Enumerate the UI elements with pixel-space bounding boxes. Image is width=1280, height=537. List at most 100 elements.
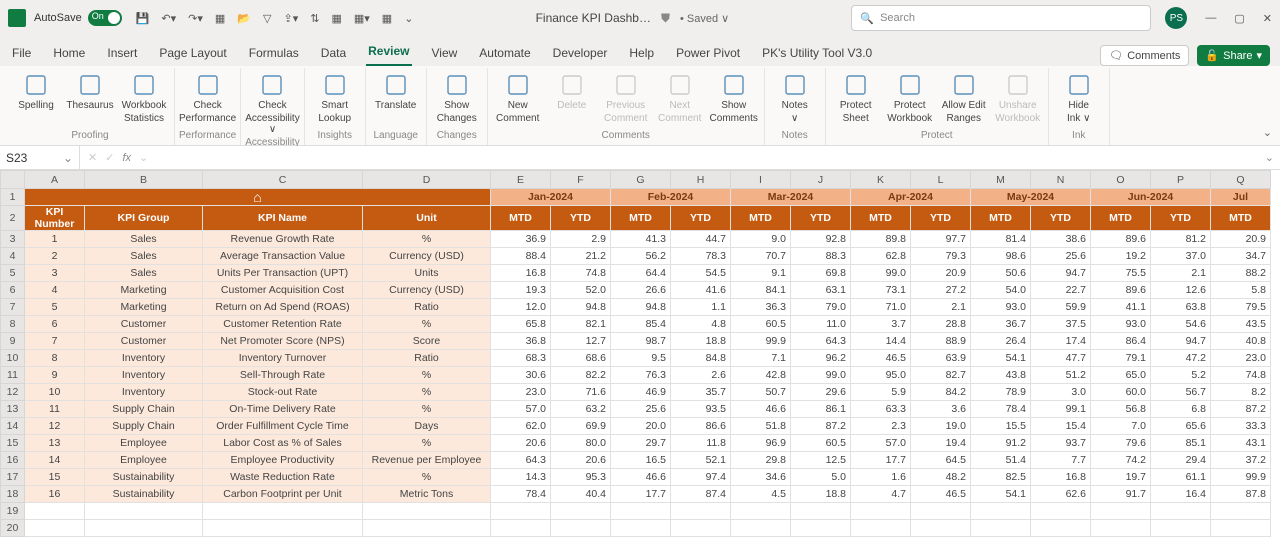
- table-cell[interactable]: 12.5: [791, 452, 851, 469]
- table-cell[interactable]: 37.2: [1211, 452, 1271, 469]
- table-cell[interactable]: 99.9: [731, 333, 791, 350]
- table-cell[interactable]: Marketing: [85, 299, 203, 316]
- table-cell[interactable]: Average Transaction Value: [203, 248, 363, 265]
- table-cell[interactable]: Sales: [85, 248, 203, 265]
- empty-cell[interactable]: [85, 503, 203, 520]
- table-cell[interactable]: 79.5: [1211, 299, 1271, 316]
- table-cell[interactable]: 56.7: [1151, 384, 1211, 401]
- tab-review[interactable]: Review: [366, 40, 411, 66]
- empty-cell[interactable]: [203, 503, 363, 520]
- table-cell[interactable]: 65.0: [1091, 367, 1151, 384]
- fx-icon[interactable]: fx: [122, 152, 131, 164]
- table-icon[interactable]: ▦: [331, 12, 341, 25]
- table-cell[interactable]: 26.6: [611, 282, 671, 299]
- tab-view[interactable]: View: [430, 42, 460, 66]
- table-cell[interactable]: Revenue per Employee: [363, 452, 491, 469]
- empty-cell[interactable]: [551, 503, 611, 520]
- table-cell[interactable]: 7.7: [1031, 452, 1091, 469]
- table-cell[interactable]: 87.8: [1211, 486, 1271, 503]
- empty-cell[interactable]: [1211, 503, 1271, 520]
- empty-cell[interactable]: [1151, 503, 1211, 520]
- table-cell[interactable]: 50.7: [731, 384, 791, 401]
- tab-file[interactable]: File: [10, 42, 33, 66]
- table-cell[interactable]: 6.8: [1151, 401, 1211, 418]
- table-cell[interactable]: 57.0: [851, 435, 911, 452]
- table-cell[interactable]: 46.6: [731, 401, 791, 418]
- pivot-icon[interactable]: ▦▾: [354, 12, 370, 25]
- table-cell[interactable]: 19.3: [491, 282, 551, 299]
- table-cell[interactable]: 64.4: [611, 265, 671, 282]
- ribbon-show-button[interactable]: ShowChanges: [431, 68, 483, 124]
- col-header[interactable]: F: [551, 171, 611, 189]
- table-cell[interactable]: 19.0: [911, 418, 971, 435]
- redo-icon[interactable]: ↷▾: [188, 12, 203, 25]
- misc-icon[interactable]: ▦: [382, 12, 392, 25]
- row-header[interactable]: 6: [1, 282, 25, 299]
- table-cell[interactable]: Customer Retention Rate: [203, 316, 363, 333]
- save-icon[interactable]: 💾: [136, 12, 150, 25]
- table-cell[interactable]: Inventory: [85, 350, 203, 367]
- home-icon[interactable]: ⌂: [253, 189, 261, 205]
- table-cell[interactable]: 16.8: [1031, 469, 1091, 486]
- table-cell[interactable]: 79.6: [1091, 435, 1151, 452]
- table-cell[interactable]: 25.6: [611, 401, 671, 418]
- undo-icon[interactable]: ↶▾: [161, 12, 176, 25]
- table-cell[interactable]: 7.1: [731, 350, 791, 367]
- table-cell[interactable]: Sustainability: [85, 486, 203, 503]
- table-cell[interactable]: Labor Cost as % of Sales: [203, 435, 363, 452]
- table-cell[interactable]: 98.7: [611, 333, 671, 350]
- table-cell[interactable]: 47.2: [1151, 350, 1211, 367]
- table-cell[interactable]: 4.5: [731, 486, 791, 503]
- comments-button[interactable]: 🗨 Comments: [1100, 45, 1189, 66]
- table-cell[interactable]: 1.1: [671, 299, 731, 316]
- table-cell[interactable]: 34.7: [1211, 248, 1271, 265]
- table-cell[interactable]: 84.8: [671, 350, 731, 367]
- table-cell[interactable]: 11.8: [671, 435, 731, 452]
- row-header[interactable]: 11: [1, 367, 25, 384]
- table-cell[interactable]: 94.7: [1151, 333, 1211, 350]
- table-cell[interactable]: 51.2: [1031, 367, 1091, 384]
- search-input[interactable]: 🔍 Search: [851, 5, 1151, 31]
- table-cell[interactable]: 89.6: [1091, 231, 1151, 248]
- row-header[interactable]: 17: [1, 469, 25, 486]
- table-cell[interactable]: 20.6: [491, 435, 551, 452]
- table-cell[interactable]: 4: [25, 282, 85, 299]
- row-header[interactable]: 5: [1, 265, 25, 282]
- table-cell[interactable]: Return on Ad Spend (ROAS): [203, 299, 363, 316]
- col-header[interactable]: J: [791, 171, 851, 189]
- ribbon-allow-edit-button[interactable]: Allow EditRanges: [938, 68, 990, 124]
- table-cell[interactable]: 36.9: [491, 231, 551, 248]
- table-cell[interactable]: Units Per Transaction (UPT): [203, 265, 363, 282]
- table-cell[interactable]: Inventory Turnover: [203, 350, 363, 367]
- ribbon-check-button[interactable]: CheckAccessibility ∨: [246, 68, 298, 135]
- cancel-icon[interactable]: ✕: [88, 151, 97, 164]
- table-cell[interactable]: 3.0: [1031, 384, 1091, 401]
- table-cell[interactable]: Currency (USD): [363, 248, 491, 265]
- table-cell[interactable]: 78.4: [491, 486, 551, 503]
- table-cell[interactable]: 12.7: [551, 333, 611, 350]
- table-cell[interactable]: 78.9: [971, 384, 1031, 401]
- empty-cell[interactable]: [1031, 503, 1091, 520]
- table-cell[interactable]: 9.0: [731, 231, 791, 248]
- row-header[interactable]: 19: [1, 503, 25, 520]
- table-cell[interactable]: 96.9: [731, 435, 791, 452]
- table-cell[interactable]: %: [363, 469, 491, 486]
- table-cell[interactable]: 27.2: [911, 282, 971, 299]
- table-cell[interactable]: 87.2: [1211, 401, 1271, 418]
- table-cell[interactable]: 62.8: [851, 248, 911, 265]
- table-cell[interactable]: 22.7: [1031, 282, 1091, 299]
- table-cell[interactable]: Customer: [85, 333, 203, 350]
- table-cell[interactable]: Metric Tons: [363, 486, 491, 503]
- table-cell[interactable]: 15: [25, 469, 85, 486]
- table-cell[interactable]: Inventory: [85, 384, 203, 401]
- row-header[interactable]: 18: [1, 486, 25, 503]
- table-cell[interactable]: 71.6: [551, 384, 611, 401]
- table-cell[interactable]: 85.4: [611, 316, 671, 333]
- table-cell[interactable]: 10: [25, 384, 85, 401]
- tab-pk-s-utility-tool-v3-0[interactable]: PK's Utility Tool V3.0: [760, 42, 874, 66]
- table-cell[interactable]: Order Fulfillment Cycle Time: [203, 418, 363, 435]
- table-cell[interactable]: 64.3: [491, 452, 551, 469]
- table-cell[interactable]: 37.0: [1151, 248, 1211, 265]
- select-all[interactable]: [1, 171, 25, 189]
- table-cell[interactable]: 62.6: [1031, 486, 1091, 503]
